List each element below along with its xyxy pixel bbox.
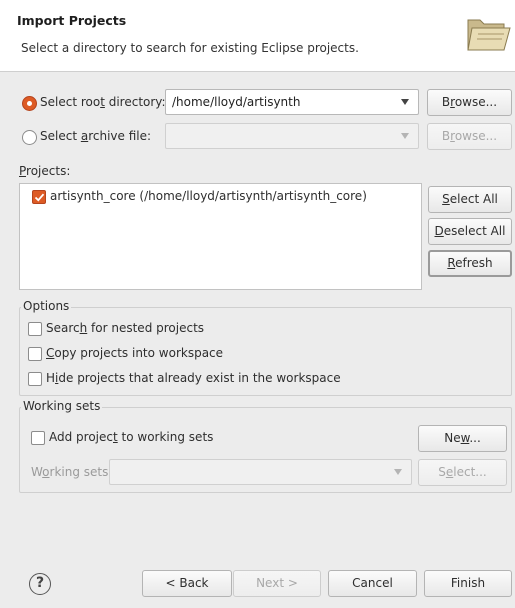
hide-existing-checkbox[interactable]	[28, 372, 42, 386]
options-title: Options	[21, 299, 72, 313]
root-directory-value: /home/lloyd/artisynth	[172, 95, 301, 109]
copy-projects-checkbox[interactable]	[28, 347, 42, 361]
next-button[interactable]: Next >	[233, 570, 321, 597]
hide-existing-label: Hide projects that already exist in the …	[46, 371, 341, 385]
cancel-button[interactable]: Cancel	[328, 570, 417, 597]
search-nested-label: Search for nested projects	[46, 321, 205, 335]
browse-root-button[interactable]: Browse...	[427, 89, 512, 116]
copy-projects-label: Copy projects into workspace	[46, 346, 224, 360]
project-label: artisynth_core (/home/lloyd/artisynth/ar…	[50, 189, 367, 203]
archive-file-combo[interactable]	[165, 123, 419, 149]
projects-list[interactable]: artisynth_core (/home/lloyd/artisynth/ar…	[19, 183, 422, 290]
add-to-working-sets-label: Add project to working sets	[49, 430, 214, 444]
working-sets-label: Working sets:	[31, 465, 113, 479]
root-directory-combo[interactable]: /home/lloyd/artisynth	[165, 89, 419, 115]
refresh-button[interactable]: Refresh	[428, 250, 512, 277]
root-directory-radio[interactable]	[22, 96, 37, 111]
dialog-description: Select a directory to search for existin…	[21, 41, 359, 55]
search-nested-checkbox[interactable]	[28, 322, 42, 336]
root-directory-label: Select root directory:	[40, 95, 166, 109]
add-to-working-sets-checkbox[interactable]	[31, 431, 45, 445]
project-checkbox[interactable]	[32, 190, 46, 204]
chevron-down-icon	[401, 133, 409, 139]
dialog-header: Import Projects Select a directory to se…	[0, 0, 515, 72]
working-sets-title: Working sets	[21, 399, 103, 413]
chevron-down-icon	[401, 99, 409, 105]
chevron-down-icon	[394, 469, 402, 475]
new-working-set-button[interactable]: New...	[418, 425, 507, 452]
help-icon[interactable]: ?	[29, 573, 51, 595]
projects-label: Projects:	[19, 164, 71, 178]
list-item[interactable]: artisynth_core (/home/lloyd/artisynth/ar…	[20, 184, 421, 210]
back-button[interactable]: < Back	[142, 570, 232, 597]
browse-archive-button[interactable]: Browse...	[427, 123, 512, 150]
dialog-title: Import Projects	[17, 13, 127, 28]
archive-file-radio[interactable]	[22, 130, 37, 145]
checkmark-icon	[34, 193, 45, 202]
folder-import-icon	[467, 19, 511, 51]
deselect-all-button[interactable]: Deselect All	[428, 218, 512, 245]
select-working-sets-button[interactable]: Select...	[418, 459, 507, 486]
select-all-button[interactable]: Select All	[428, 186, 512, 213]
finish-button[interactable]: Finish	[424, 570, 512, 597]
working-sets-combo[interactable]	[109, 459, 412, 485]
archive-file-label: Select archive file:	[40, 129, 152, 143]
